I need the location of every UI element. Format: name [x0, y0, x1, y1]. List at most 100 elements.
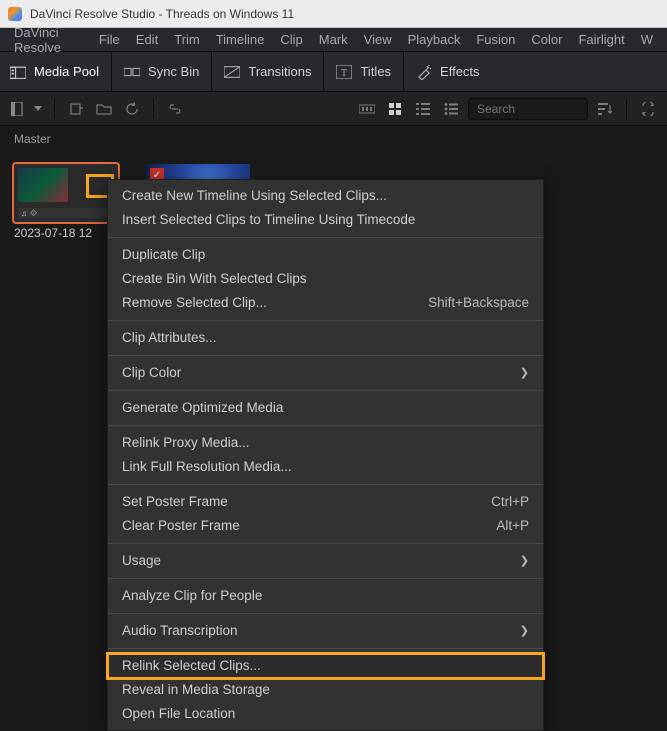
- clip-item[interactable]: ♫ ⟐ 2023-07-18 12: [14, 164, 118, 240]
- menu-item-create-bin-with-selected-clips[interactable]: Create Bin With Selected Clips: [108, 267, 543, 291]
- titles-icon: T: [336, 64, 352, 80]
- menu-item-usage[interactable]: Usage ❯: [108, 549, 543, 573]
- menu-item-duplicate-clip[interactable]: Duplicate Clip: [108, 243, 543, 267]
- media-pool-icon: [10, 64, 26, 80]
- menu-item-remove-selected-clip[interactable]: Remove Selected Clip... Shift+Backspace: [108, 291, 543, 315]
- separator: [54, 99, 55, 119]
- svg-text:T: T: [341, 68, 347, 79]
- menu-item-label: Reveal in Media Storage: [122, 681, 270, 699]
- new-bin-icon[interactable]: [93, 98, 115, 120]
- menu-item-audio-transcription[interactable]: Audio Transcription❯: [108, 619, 543, 643]
- menu-w[interactable]: W: [633, 29, 661, 50]
- sync-icon[interactable]: [637, 98, 659, 120]
- tool-media-pool[interactable]: Media Pool: [10, 52, 112, 91]
- menu-item-generate-optimized-media[interactable]: Generate Optimized Media: [108, 396, 543, 420]
- menu-item-label: Clip Attributes...: [122, 329, 217, 347]
- menu-separator: [108, 355, 543, 356]
- menu-fusion[interactable]: Fusion: [468, 29, 523, 50]
- menu-separator: [108, 578, 543, 579]
- menu-item-reveal-in-media-storage[interactable]: Reveal in Media Storage: [108, 678, 543, 702]
- menu-item-label: Create New Timeline Using Selected Clips…: [122, 187, 387, 205]
- tool-label: Transitions: [248, 64, 311, 79]
- view-bullets-icon[interactable]: [440, 98, 462, 120]
- menu-color[interactable]: Color: [523, 29, 570, 50]
- view-grid-icon[interactable]: [384, 98, 406, 120]
- menu-file[interactable]: File: [91, 29, 128, 50]
- view-list-icon[interactable]: [412, 98, 434, 120]
- menu-timeline[interactable]: Timeline: [208, 29, 273, 50]
- menu-item-label: Open File Location: [122, 705, 235, 723]
- menu-item-relink-selected-clips[interactable]: Relink Selected Clips...: [108, 654, 543, 678]
- menu-item-clear-poster-frame[interactable]: Clear Poster Frame Alt+P: [108, 514, 543, 538]
- breadcrumb[interactable]: Master: [0, 126, 667, 152]
- menu-item-label: Analyze Clip for People: [122, 587, 262, 605]
- menu-item-clip-color[interactable]: Clip Color❯: [108, 361, 543, 385]
- menu-item-label: Duplicate Clip: [122, 246, 205, 264]
- menu-item-set-poster-frame[interactable]: Set Poster FrameCtrl+P: [108, 490, 543, 514]
- submenu-arrow-icon: ❯: [520, 622, 529, 640]
- menu-separator: [108, 425, 543, 426]
- import-icon[interactable]: [65, 98, 87, 120]
- search-input[interactable]: [468, 98, 588, 120]
- link-icon[interactable]: [164, 98, 186, 120]
- menu-item-relink-proxy-media[interactable]: Relink Proxy Media...: [108, 431, 543, 455]
- tool-label: Titles: [360, 64, 391, 79]
- tool-label: Effects: [440, 64, 480, 79]
- menu-separator: [108, 484, 543, 485]
- menu-item-link-full-resolution-media[interactable]: Link Full Resolution Media...: [108, 455, 543, 479]
- menu-item-open-file-location[interactable]: Open File Location: [108, 702, 543, 726]
- menu-item-label: Remove Selected Clip...: [122, 294, 267, 312]
- menu-separator: [108, 237, 543, 238]
- menu-shortcut: Alt+P: [496, 517, 529, 535]
- menu-mark[interactable]: Mark: [311, 29, 356, 50]
- menu-clip[interactable]: Clip: [272, 29, 310, 50]
- app-icon: [8, 7, 22, 21]
- menu-separator: [108, 613, 543, 614]
- toolbar: Media Pool Sync Bin Transitions T Titles Effe…: [0, 52, 667, 92]
- submenu-arrow-icon: ❯: [520, 552, 529, 570]
- view-bar: [0, 92, 667, 126]
- menu-shortcut: Ctrl+P: [491, 493, 529, 511]
- effects-icon: [416, 64, 432, 80]
- menu-item-label: Insert Selected Clips to Timeline Using …: [122, 211, 415, 229]
- menu-item-label: Link Full Resolution Media...: [122, 458, 292, 476]
- clip-label: 2023-07-18 12: [14, 226, 118, 240]
- sort-icon[interactable]: [594, 98, 616, 120]
- menu-fairlight[interactable]: Fairlight: [570, 29, 632, 50]
- menu-item-analyze-clip-for-people[interactable]: Analyze Clip for People: [108, 584, 543, 608]
- window-titlebar: DaVinci Resolve Studio - Threads on Wind…: [0, 0, 667, 28]
- separator: [626, 99, 627, 119]
- menu-item-insert-selected-clips-to-timeline-using-timecode[interactable]: Insert Selected Clips to Timeline Using …: [108, 208, 543, 232]
- clip-badge-strip: ♫ ⟐: [18, 208, 114, 218]
- view-filmstrip-icon[interactable]: [356, 98, 378, 120]
- sync-bin-icon: [124, 64, 140, 80]
- menu-playback[interactable]: Playback: [400, 29, 469, 50]
- menu-shortcut: Shift+Backspace: [428, 294, 529, 312]
- menu-item-label: Create Bin With Selected Clips: [122, 270, 307, 288]
- separator: [153, 99, 154, 119]
- clip-thumbnail[interactable]: ♫ ⟐: [14, 164, 118, 222]
- submenu-arrow-icon: ❯: [520, 364, 529, 382]
- menu-item-label: Relink Proxy Media...: [122, 434, 250, 452]
- menu-item-label: Usage: [122, 552, 161, 570]
- menubar: DaVinci ResolveFileEditTrimTimelineClipM…: [0, 28, 667, 52]
- tool-effects[interactable]: Effects: [404, 52, 492, 91]
- tool-titles[interactable]: T Titles: [324, 52, 404, 91]
- tool-sync-bin[interactable]: Sync Bin: [112, 52, 212, 91]
- chevron-down-icon[interactable]: [32, 98, 44, 120]
- tool-transitions[interactable]: Transitions: [212, 52, 324, 91]
- menu-separator: [108, 648, 543, 649]
- menu-item-clip-attributes[interactable]: Clip Attributes...: [108, 326, 543, 350]
- menu-trim[interactable]: Trim: [166, 29, 208, 50]
- refresh-icon[interactable]: [121, 98, 143, 120]
- menu-edit[interactable]: Edit: [128, 29, 166, 50]
- tool-label: Sync Bin: [148, 64, 199, 79]
- menu-item-create-new-timeline-using-selected-clips[interactable]: Create New Timeline Using Selected Clips…: [108, 184, 543, 208]
- menu-view[interactable]: View: [356, 29, 400, 50]
- window-title: DaVinci Resolve Studio - Threads on Wind…: [30, 7, 294, 21]
- menu-item-label: Relink Selected Clips...: [122, 657, 261, 675]
- context-menu: Create New Timeline Using Selected Clips…: [107, 179, 544, 731]
- menu-separator: [108, 543, 543, 544]
- menu-item-label: Clear Poster Frame: [122, 517, 240, 535]
- layout-dropdown-icon[interactable]: [8, 98, 30, 120]
